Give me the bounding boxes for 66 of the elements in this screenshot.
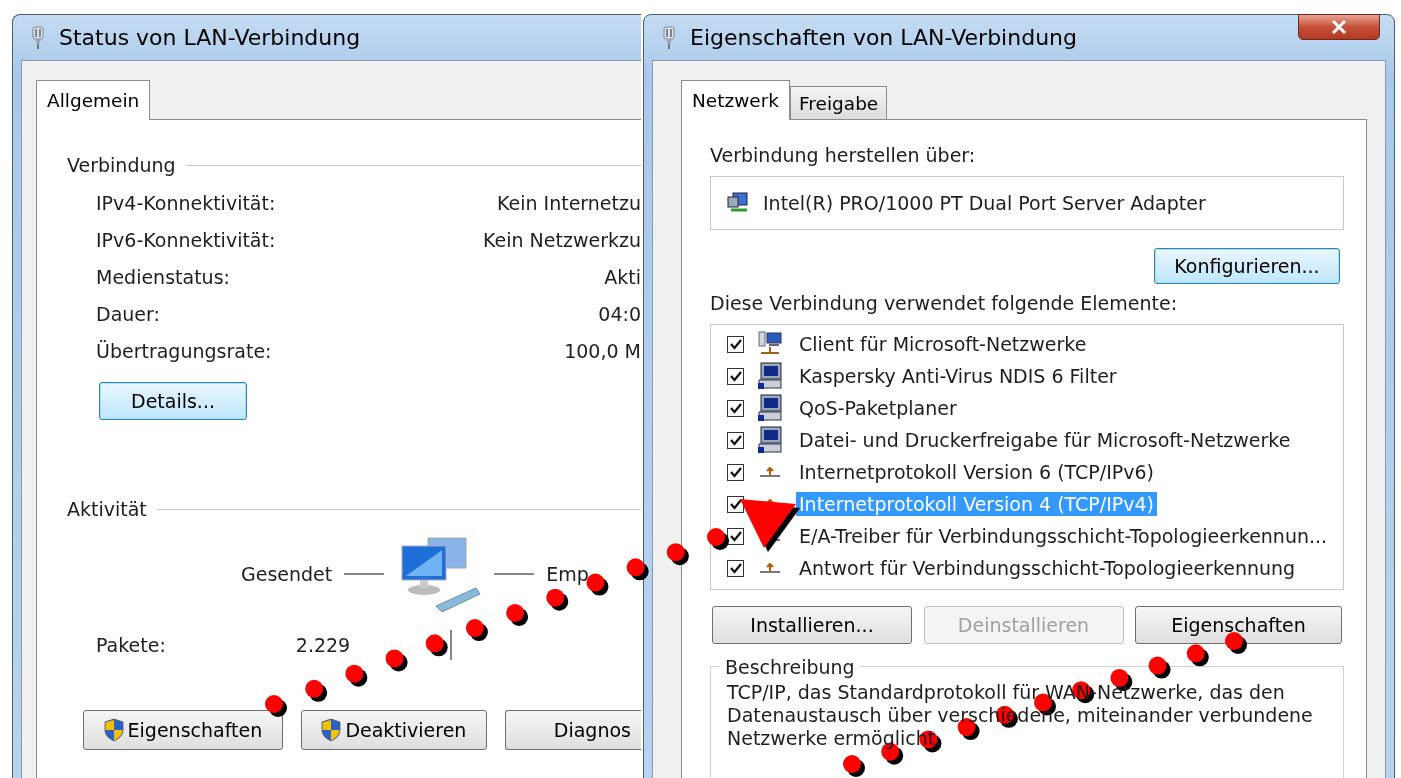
list-item[interactable]: Kaspersky Anti-Virus NDIS 6 Filter [796,364,1120,388]
field-label: IPv6-Konnektivität: [96,229,277,251]
section-label: Diese Verbindung verwendet folgende Elemente: [710,292,1179,314]
computer-icon [757,394,783,422]
group-heading: Beschreibung [721,656,859,678]
check-icon [729,338,742,350]
plug-icon [662,25,676,50]
close-icon [1331,20,1347,34]
computer-icon [757,362,783,390]
tab[interactable]: Netzwerk [681,80,791,120]
network-adapter-icon [727,192,749,214]
check-icon [729,370,742,382]
details-button[interactable]: Details... [99,382,247,420]
network-computer-icon [757,331,783,357]
tab[interactable]: Freigabe [790,86,888,119]
check-icon [729,402,742,414]
check-icon [729,466,742,478]
list-item[interactable]: E/A-Treiber für Verbindungsschicht-Topologieerkennun... [796,524,1331,548]
list-item[interactable]: Antwort für Verbindungsschicht-Topologieerkennung [796,556,1299,580]
list-item[interactable]: Client für Microsoft-Netzwerke [796,332,1090,356]
checkbox[interactable] [727,431,744,449]
check-icon [729,498,742,510]
packets-sent: 2.229 [295,634,351,656]
field-value: Akti [604,266,641,288]
close-button[interactable] [1298,14,1380,40]
field-value: 100,0 M [564,340,641,362]
checkbox[interactable] [727,399,744,417]
list-item[interactable]: Internetprotokoll Version 6 (TCP/IPv6) [796,460,1158,484]
list-item[interactable]: Datei- und Druckerfreigabe für Microsoft-Netzwerke [796,428,1294,452]
plug-icon [31,25,45,50]
tab[interactable]: Allgemein [36,80,151,120]
sent-label: Gesendet [241,563,333,585]
group-heading: Aktivität [67,498,147,520]
check-icon [729,530,742,542]
field-value: 04:0 [598,303,641,325]
checkbox[interactable] [727,367,744,385]
received-label: Emp [546,563,589,585]
dialog-button[interactable]: Diagnos [505,710,641,750]
window-title: Status von LAN-Verbindung [59,25,361,50]
dialog-button[interactable]: Eigenschaften [1135,606,1342,644]
checkbox[interactable] [727,527,744,545]
section-label: Verbindung herstellen über: [710,144,977,166]
field-label: IPv4-Konnektivität: [96,192,277,214]
dialog-button[interactable]: Installieren... [712,606,912,644]
window-title: Eigenschaften von LAN-Verbindung [690,25,1077,50]
packets-label: Pakete: [96,634,166,656]
dialog-button[interactable]: Eigenschaften [83,710,283,750]
field-value: Kein Netzwerkzu [483,229,641,251]
shield-icon [321,718,342,742]
computer-icon [757,426,783,454]
list-item[interactable]: QoS-Paketplaner [796,396,960,420]
configure-button[interactable]: Konfigurieren... [1154,248,1340,284]
checkbox[interactable] [727,559,744,577]
check-icon [729,434,742,446]
field-value: Kein Internetzu [496,192,641,214]
field-label: Dauer: [96,303,161,325]
checkbox[interactable] [727,495,744,513]
checkbox[interactable] [727,463,744,481]
dialog-button[interactable]: Deaktivieren [300,710,488,750]
checkbox[interactable] [727,335,744,353]
field-label: Medienstatus: [96,266,231,288]
field-label: Übertragungsrate: [96,340,273,362]
check-icon [729,562,742,574]
group-heading: Verbindung [67,154,176,176]
shield-icon [103,718,124,742]
adapter-name: Intel(R) PRO/1000 PT Dual Port Server Adapter [763,192,1206,214]
